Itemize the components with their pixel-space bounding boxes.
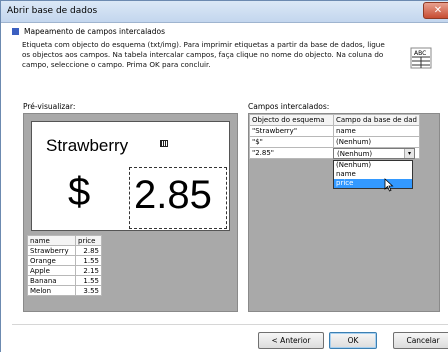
price-object-text: 2.85 bbox=[134, 173, 212, 217]
chevron-down-icon[interactable]: ▾ bbox=[404, 149, 414, 158]
close-icon: ✕ bbox=[433, 5, 443, 16]
table-row[interactable]: Apple 2.15 bbox=[27, 265, 102, 276]
field-select-dropdown[interactable]: (Nenhum) ▾ bbox=[333, 148, 415, 159]
fields-header-row: Objecto do esquema Campo da base de dad bbox=[249, 114, 420, 126]
table-row[interactable]: Melon 3.55 bbox=[27, 285, 102, 296]
cancel-button[interactable]: Cancelar bbox=[393, 332, 448, 349]
heading-text: Mapeamento de campos intercalados bbox=[24, 27, 166, 36]
object-name-cell[interactable]: "Strawberry" bbox=[249, 125, 334, 137]
table-header-row: name price bbox=[27, 235, 102, 246]
heading-bullet-icon bbox=[12, 28, 19, 35]
table-cell: Apple bbox=[27, 265, 76, 276]
column-header-field[interactable]: Campo da base de dad bbox=[333, 114, 420, 126]
preview-label: Pré-visualizar: bbox=[23, 102, 76, 111]
table-cell: 3.55 bbox=[75, 285, 102, 296]
column-header-object[interactable]: Objecto do esquema bbox=[249, 114, 334, 126]
instructions-text: Etiqueta com objecto do esquema (txt/img… bbox=[22, 40, 385, 69]
table-cell: 1.55 bbox=[75, 275, 102, 286]
currency-object: $ bbox=[68, 170, 91, 214]
dropdown-option-highlighted[interactable]: price bbox=[334, 179, 412, 188]
table-cell: 1.55 bbox=[75, 255, 102, 266]
abc-icon-text: ABC bbox=[414, 50, 426, 57]
previous-button[interactable]: < Anterior bbox=[258, 332, 324, 349]
label-preview-card: Strawberry $ 2.85 bbox=[31, 121, 230, 231]
table-cell: 2.15 bbox=[75, 265, 102, 276]
table-cell: 2.85 bbox=[75, 245, 102, 256]
column-header[interactable]: price bbox=[75, 235, 102, 246]
footer-separator bbox=[12, 324, 448, 325]
product-name-object: Strawberry bbox=[46, 136, 129, 155]
window-title: Abrir base de dados bbox=[7, 6, 98, 16]
preview-panel: Strawberry $ 2.85 name price Strawberry … bbox=[23, 113, 238, 312]
dropdown-selected-value: (Nenhum) bbox=[337, 150, 373, 158]
merge-fields-panel: Objecto do esquema Campo da base de dad … bbox=[248, 113, 440, 312]
title-bar: Abrir base de dados ✕ bbox=[1, 1, 448, 23]
table-cell: Orange bbox=[27, 255, 76, 266]
dropdown-option[interactable]: name bbox=[334, 170, 412, 179]
object-name-cell[interactable]: "2.85" bbox=[249, 147, 334, 159]
dropdown-option[interactable]: (Nenhum) bbox=[334, 161, 412, 170]
table-cell: Strawberry bbox=[27, 245, 76, 256]
mouse-pointer-icon bbox=[384, 178, 394, 192]
table-row[interactable]: Banana 1.55 bbox=[27, 275, 102, 286]
table-cell: Banana bbox=[27, 275, 76, 286]
column-header[interactable]: name bbox=[27, 235, 76, 246]
barcode-icon bbox=[160, 140, 168, 147]
fields-label: Campos intercalados: bbox=[248, 102, 330, 111]
fields-row[interactable]: "Strawberry" name bbox=[249, 125, 420, 137]
fields-row[interactable]: "$" (Nenhum) bbox=[249, 136, 420, 148]
close-button[interactable]: ✕ bbox=[423, 2, 448, 19]
dropdown-options-list: (Nenhum) name price bbox=[333, 160, 413, 189]
database-table: name price Strawberry 2.85 Orange 1.55 A… bbox=[27, 235, 102, 296]
field-cell[interactable]: (Nenhum) bbox=[333, 136, 420, 148]
table-cell: Melon bbox=[27, 285, 76, 296]
object-name-cell[interactable]: "$" bbox=[249, 136, 334, 148]
price-object-selected[interactable]: 2.85 bbox=[129, 167, 227, 229]
ok-button[interactable]: OK bbox=[329, 332, 377, 349]
table-row[interactable]: Orange 1.55 bbox=[27, 255, 102, 266]
merge-fields-icon: ABC bbox=[410, 47, 432, 69]
table-row[interactable]: Strawberry 2.85 bbox=[27, 245, 102, 256]
field-cell[interactable]: name bbox=[333, 125, 420, 137]
